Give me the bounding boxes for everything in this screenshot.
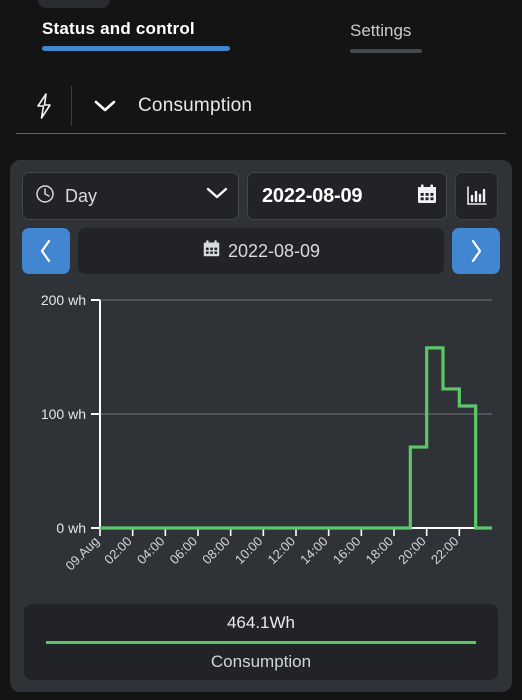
current-date-value: 2022-08-09 (227, 240, 321, 261)
tab-bar: Status and control Settings (0, 18, 522, 60)
chart-canvas: 0 wh 100 wh 200 wh 09.Aug 02:00 04:00 06:00 08:… (41, 292, 492, 574)
x-axis-tick-label: 09.Aug (62, 534, 102, 574)
legend-color-bar (46, 640, 476, 644)
legend-series-name[interactable]: Consumption (211, 652, 311, 672)
tab-inactive-indicator (350, 49, 422, 53)
tab-status-and-control-label: Status and control (42, 19, 195, 38)
entity-header: Consumption (16, 78, 506, 134)
top-partial-pill (38, 0, 110, 8)
controls-row-primary: Day 2022-08-09 (22, 172, 500, 220)
controls-row-navigation: 2022-08-09 (22, 228, 500, 274)
x-axis-tick-label: 10:00 (232, 534, 266, 568)
next-period-button[interactable] (452, 228, 500, 274)
tab-status-and-control[interactable]: Status and control (42, 18, 230, 51)
tab-settings-label: Settings (350, 21, 412, 40)
period-select[interactable]: Day (22, 172, 239, 220)
calendar-icon (202, 239, 221, 263)
previous-period-button[interactable] (22, 228, 70, 274)
x-axis-tick-label: 20:00 (395, 534, 429, 568)
entity-expand-chevron[interactable] (72, 86, 138, 126)
clock-icon (35, 184, 55, 209)
x-axis-tick-label: 18:00 (363, 534, 397, 568)
date-input-value: 2022-08-09 (262, 184, 363, 207)
legend-total-value: 464.1Wh (226, 612, 296, 632)
current-date-display[interactable]: 2022-08-09 (78, 228, 444, 274)
date-input[interactable]: 2022-08-09 (247, 172, 447, 220)
consumption-series-line (100, 346, 492, 530)
x-axis-tick-label: 02:00 (101, 534, 135, 568)
x-axis-tick-label: 22:00 (428, 534, 462, 568)
x-axis-tick-label: 12:00 (265, 534, 299, 568)
x-axis-tick-label: 14:00 (297, 534, 331, 568)
lightning-bolt-icon[interactable] (16, 85, 72, 126)
calendar-icon[interactable] (416, 183, 438, 210)
chevron-down-icon (206, 187, 228, 205)
tab-settings[interactable]: Settings (350, 20, 422, 53)
period-select-value: Day (65, 185, 98, 206)
y-axis-tick-label: 0 wh (56, 520, 86, 536)
chart-type-button[interactable] (455, 172, 498, 220)
x-axis-tick-label: 08:00 (199, 534, 233, 568)
x-axis-tick-label: 06:00 (167, 534, 201, 568)
energy-card: Day 2022-08-09 2022-08-09 0 wh 100 wh 20… (10, 160, 512, 692)
chart-legend: 464.1Wh Consumption (24, 604, 498, 680)
x-axis-tick-label: 16:00 (330, 534, 364, 568)
entity-name: Consumption (138, 94, 253, 116)
consumption-chart[interactable]: 0 wh 100 wh 200 wh 09.Aug 02:00 04:00 06:00 08:… (22, 282, 500, 594)
tab-active-indicator (42, 46, 230, 51)
x-axis-tick-label: 04:00 (134, 534, 168, 568)
y-axis-tick-label: 100 wh (41, 406, 86, 422)
y-axis-tick-label: 200 wh (41, 292, 86, 308)
